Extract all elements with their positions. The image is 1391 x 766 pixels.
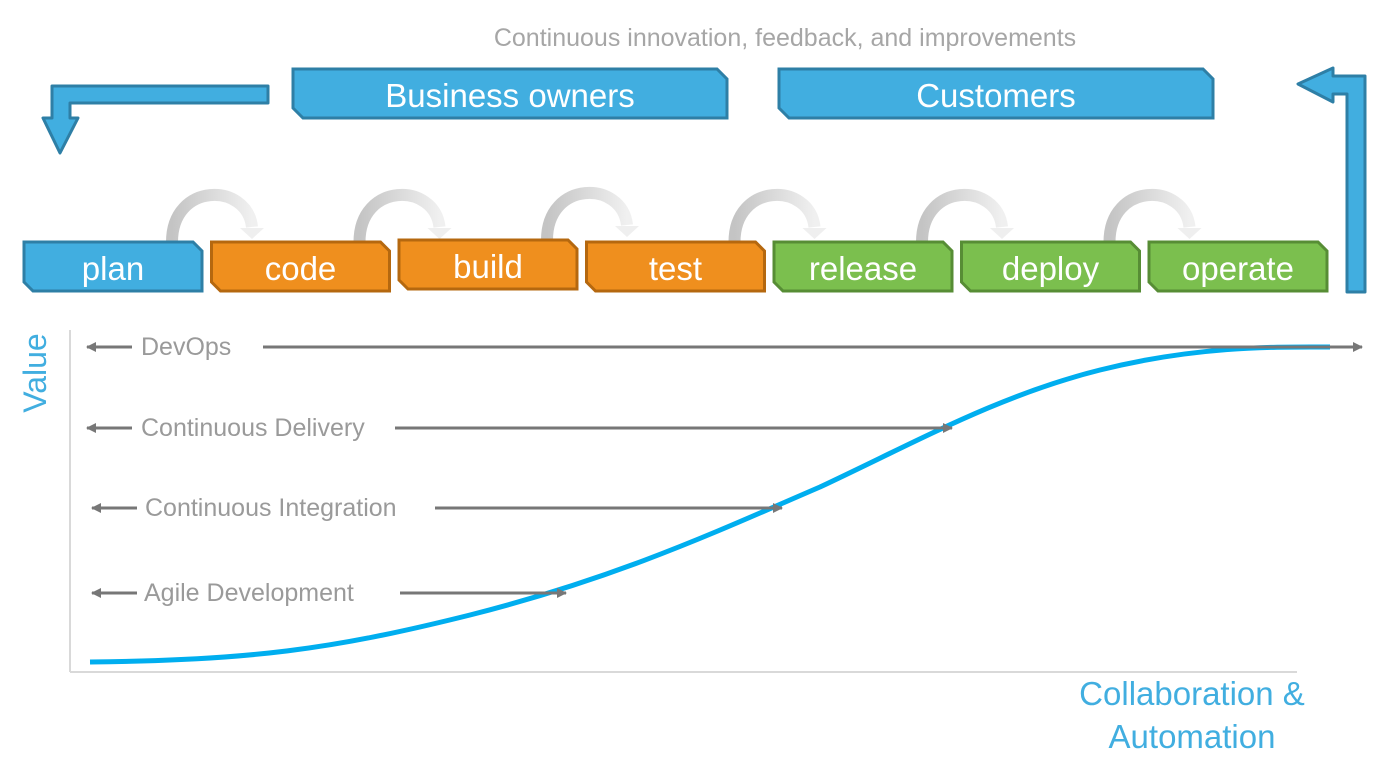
y-axis-label: Value bbox=[17, 333, 53, 412]
stage-label: deploy bbox=[1002, 250, 1100, 287]
stage-label: plan bbox=[82, 250, 144, 287]
top-caption: Continuous innovation, feedback, and imp… bbox=[494, 24, 1076, 52]
practice-label: Continuous Integration bbox=[145, 494, 397, 522]
loop-arrow-icon bbox=[353, 189, 452, 243]
stakeholder-label: Business owners bbox=[385, 77, 634, 114]
x-axis-label-line1: Collaboration & bbox=[1079, 675, 1305, 712]
loop-arrow-icon bbox=[1103, 189, 1202, 243]
stage-label: release bbox=[809, 250, 917, 287]
stage-label: operate bbox=[1182, 250, 1294, 287]
loop-arrow-icon bbox=[166, 189, 264, 243]
stage-plan: plan bbox=[22, 240, 204, 293]
stage-test: test bbox=[585, 240, 766, 293]
stage-label: build bbox=[453, 248, 523, 285]
stage-build: build bbox=[397, 238, 579, 291]
stage-label: code bbox=[265, 250, 337, 287]
practice-continuous-integration: Continuous Integration bbox=[91, 494, 783, 522]
stage-label: test bbox=[649, 250, 702, 287]
stage-code: code bbox=[210, 240, 391, 293]
practice-label: Continuous Delivery bbox=[141, 414, 365, 442]
stage-operate: operate bbox=[1147, 240, 1329, 293]
x-axis-label-line2: Automation bbox=[1109, 718, 1276, 755]
stage-deploy: deploy bbox=[960, 240, 1141, 293]
practice-label: Agile Development bbox=[144, 579, 354, 607]
loop-arrow-icon bbox=[728, 189, 827, 243]
feedback-arrow-down-icon bbox=[41, 84, 270, 155]
practice-label: DevOps bbox=[141, 333, 231, 361]
stakeholder-customers: Customers bbox=[777, 67, 1215, 120]
devops-diagram: Continuous innovation, feedback, and imp… bbox=[17, 24, 1367, 755]
loop-arrow-icon bbox=[916, 189, 1014, 243]
practice-continuous-delivery: Continuous Delivery bbox=[86, 414, 953, 442]
stage-release: release bbox=[772, 240, 954, 293]
stakeholder-label: Customers bbox=[916, 77, 1076, 114]
practice-agile-development: Agile Development bbox=[91, 579, 567, 607]
loop-arrow-icon bbox=[541, 187, 639, 241]
stakeholder-business-owners: Business owners bbox=[291, 67, 729, 120]
